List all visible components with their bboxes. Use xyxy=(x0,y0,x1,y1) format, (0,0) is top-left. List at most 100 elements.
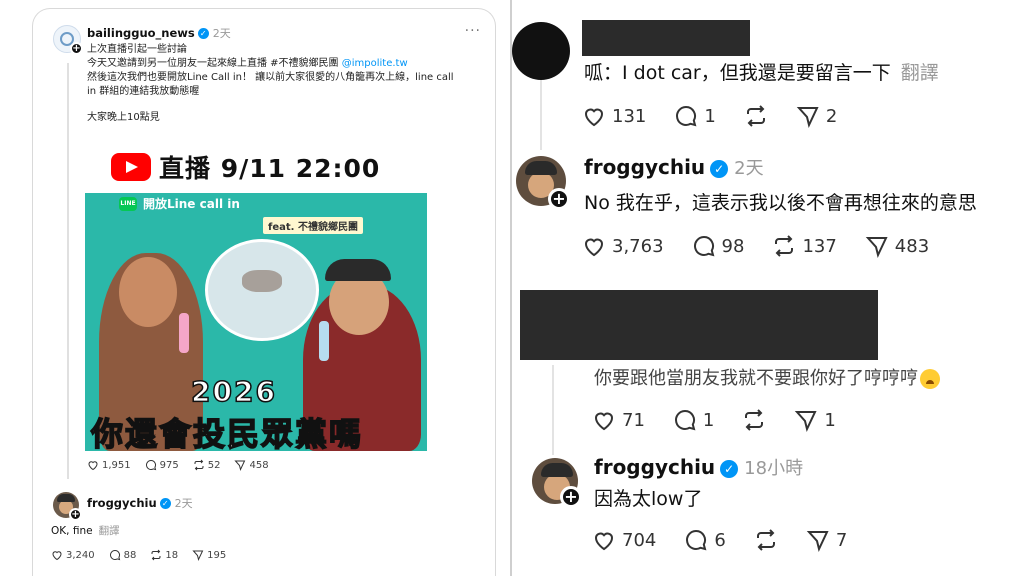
heart-icon xyxy=(594,412,614,431)
post-thumbnail-image[interactable]: 直播 9/11 22:00 LINE 開放Line call in feat. … xyxy=(85,143,427,451)
cartoon-cat-illustration xyxy=(205,239,319,341)
reply-time: 2天 xyxy=(174,497,193,510)
reply2-author[interactable]: froggychiu ✓ 18小時 xyxy=(594,454,803,480)
thread-connector-line xyxy=(540,80,542,150)
comment1-text: 呱：I dot car，但我還是要留言一下 翻譯 xyxy=(584,62,939,84)
repost-icon xyxy=(151,549,161,561)
post-author[interactable]: bailingguo_news ✓ 2天 xyxy=(87,25,231,41)
reply2-username[interactable]: froggychiu xyxy=(594,455,715,479)
news-avatar[interactable]: + xyxy=(53,25,83,55)
redacted-comment-header-block xyxy=(520,290,878,360)
left-thread-panel: + bailingguo_news ✓ 2天 ··· 上次直播引起一些討論 今天又邀… xyxy=(32,8,496,576)
follow-plus-icon[interactable]: + xyxy=(70,42,83,55)
post-time: 2天 xyxy=(212,27,231,40)
send-icon xyxy=(796,107,819,128)
comment-button[interactable]: 975 xyxy=(145,459,179,471)
repost-button[interactable]: 52 xyxy=(193,459,220,471)
live-schedule-title: 直播 9/11 22:00 xyxy=(159,154,381,183)
feat-label: feat. 不禮貌鄉民團 xyxy=(263,217,363,234)
follow-plus-icon[interactable]: + xyxy=(69,508,82,521)
comment-button[interactable]: 6 xyxy=(684,528,726,552)
heart-icon xyxy=(52,551,62,561)
reply1-text: No 我在乎，這表示我以後不會再想往來的意思 xyxy=(584,192,977,214)
heart-icon xyxy=(594,532,614,551)
send-icon xyxy=(865,237,888,258)
verified-badge-icon: ✓ xyxy=(197,28,209,39)
post-text-line-2: 今天又邀請到另一位朋友一起來線上直播 #不禮貌鄉民團 @impolite.tw xyxy=(87,58,408,69)
repost-icon xyxy=(194,459,204,471)
reply1-username[interactable]: froggychiu xyxy=(584,155,705,179)
comment-button[interactable]: 1 xyxy=(673,408,714,432)
comment-button[interactable]: 98 xyxy=(692,234,744,258)
translate-link[interactable]: 翻譯 xyxy=(901,62,939,84)
repost-button[interactable] xyxy=(744,104,768,128)
thumbnail-question: 你還會投民眾黨嗎 xyxy=(90,414,364,451)
more-options-icon[interactable]: ··· xyxy=(465,23,481,39)
comment1-stats-row: 131 1 2 xyxy=(582,104,865,128)
microphone-left-icon xyxy=(179,313,189,353)
reply2-text: 因為太low了 xyxy=(594,488,703,510)
share-button[interactable]: 195 xyxy=(192,549,226,561)
host-right-cap xyxy=(325,259,391,281)
redacted-avatar xyxy=(512,22,570,80)
verified-badge-icon: ✓ xyxy=(720,459,739,478)
line-call-in-text: 開放Line call in xyxy=(143,197,240,211)
froggychiu-avatar[interactable]: + xyxy=(516,156,570,210)
like-button[interactable]: 1,951 xyxy=(87,459,131,471)
comment2-stats-row: 71 1 1 xyxy=(592,408,864,432)
right-thread-panel: 呱：I dot car，但我還是要留言一下 翻譯 131 1 2 + froggy… xyxy=(512,0,1024,576)
like-button[interactable]: 71 xyxy=(592,408,645,432)
froggychiu-avatar[interactable]: + xyxy=(53,492,82,521)
comment-button[interactable]: 1 xyxy=(674,104,716,128)
thread-connector-line xyxy=(67,63,69,479)
repost-button[interactable] xyxy=(742,408,766,432)
repost-button[interactable]: 137 xyxy=(772,234,837,258)
heart-icon xyxy=(584,108,604,127)
redacted-username-block xyxy=(582,20,750,56)
like-button[interactable]: 704 xyxy=(592,528,656,552)
repost-button[interactable]: 18 xyxy=(150,549,178,561)
verified-badge-icon: ✓ xyxy=(159,498,171,509)
heart-icon xyxy=(584,238,604,257)
thread-connector-line xyxy=(552,365,554,455)
thumbnail-header: 直播 9/11 22:00 xyxy=(85,143,427,193)
like-button[interactable]: 131 xyxy=(582,104,646,128)
comment-icon xyxy=(693,235,714,257)
froggychiu-avatar[interactable]: + xyxy=(532,458,582,508)
reply2-time: 18小時 xyxy=(744,458,804,479)
reply1-author[interactable]: froggychiu ✓ 2天 xyxy=(584,154,764,180)
send-icon xyxy=(806,531,829,552)
like-button[interactable]: 3,240 xyxy=(51,549,95,561)
repost-icon xyxy=(745,409,764,431)
post-username[interactable]: bailingguo_news xyxy=(87,26,195,40)
line-app-icon: LINE xyxy=(119,197,137,211)
share-button[interactable]: 2 xyxy=(796,104,837,128)
reply-author[interactable]: froggychiu ✓ 2天 xyxy=(87,495,193,511)
like-button[interactable]: 3,763 xyxy=(582,234,664,258)
post-text-line-4: in 群組的連結我放動態喔 xyxy=(87,86,200,97)
follow-plus-icon[interactable]: + xyxy=(548,188,570,210)
thumbnail-artwork: LINE 開放Line call in feat. 不禮貌鄉民團 2026 你還… xyxy=(85,193,427,451)
thumbnail-year: 2026 xyxy=(190,374,277,409)
reply-username[interactable]: froggychiu xyxy=(87,496,157,510)
send-icon xyxy=(234,460,246,471)
repost-icon xyxy=(756,529,775,551)
share-button[interactable]: 7 xyxy=(806,528,847,552)
follow-plus-icon[interactable]: + xyxy=(560,486,582,508)
repost-button[interactable] xyxy=(754,528,778,552)
share-button[interactable]: 1 xyxy=(794,408,836,432)
mention-link[interactable]: @impolite.tw xyxy=(342,58,408,69)
post-stats-row: 1,951 975 52 458 xyxy=(87,459,269,471)
share-button[interactable]: 483 xyxy=(865,234,929,258)
comment-icon xyxy=(109,549,120,561)
send-icon xyxy=(192,550,204,561)
reply1-stats-row: 3,763 98 137 483 xyxy=(582,234,957,258)
comment-icon xyxy=(145,459,156,471)
reply1-time: 2天 xyxy=(734,158,764,179)
comment-button[interactable]: 88 xyxy=(109,549,136,561)
youtube-play-icon xyxy=(111,153,151,181)
comment-icon xyxy=(676,105,697,127)
post-text-line-5: 大家晚上10點見 xyxy=(87,112,160,123)
translate-link[interactable]: 翻譯 xyxy=(99,525,120,537)
share-button[interactable]: 458 xyxy=(234,459,269,471)
